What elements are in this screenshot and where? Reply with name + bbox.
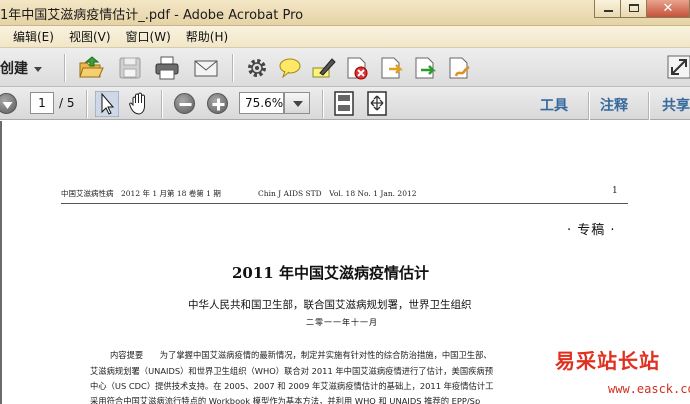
watermark-text: 易采站长站 (555, 349, 660, 373)
abstract-line: 艾滋病规划署（UNAIDS）和世界卫生组织（WHO）联合对 2011 年中国艾滋… (90, 366, 494, 376)
toolbar-divider (86, 90, 87, 118)
toolbar-divider (322, 90, 323, 118)
column-label: · 专稿 · (567, 223, 616, 238)
stamp-icon[interactable] (344, 55, 370, 81)
attach-icon[interactable] (378, 55, 404, 81)
zoom-in-button[interactable] (207, 93, 228, 114)
navigation-toolbar: 1 / 5 75.6% 工具 注释 共享 (0, 87, 690, 120)
sign-icon[interactable] (446, 55, 472, 81)
tab-share[interactable]: 共享 (662, 95, 690, 115)
running-header-journal: 中国艾滋病性病 2012 年 1 月第 18 卷第 1 期 (61, 189, 221, 198)
chevron-down-icon (34, 66, 42, 72)
fit-page-icon[interactable] (333, 91, 355, 116)
window-title: 1年中国艾滋病疫情估计_.pdf - Adobe Acrobat Pro (0, 8, 304, 23)
open-folder-icon[interactable] (78, 55, 104, 81)
document-left-edge (0, 121, 2, 404)
maximize-icon (629, 4, 639, 12)
export-icon[interactable] (412, 55, 438, 81)
zoom-input[interactable]: 75.6% (239, 92, 284, 114)
page-number-input[interactable]: 1 (30, 92, 54, 114)
menu-view[interactable]: 视图(V) (69, 28, 111, 45)
title-bar: 1年中国艾滋病疫情估计_.pdf - Adobe Acrobat Pro ✕ (0, 0, 690, 26)
tab-tools[interactable]: 工具 (540, 95, 568, 115)
save-icon[interactable] (117, 55, 143, 81)
abstract-line: 内容提要 为了掌握中国艾滋病疫情的最新情况，制定并实施有针对性的综合防治措施，中… (110, 350, 492, 360)
close-button[interactable]: ✕ (646, 0, 690, 18)
toolbar-divider (648, 92, 649, 120)
create-button[interactable]: 创建 (0, 58, 42, 78)
highlight-icon[interactable] (310, 55, 336, 81)
toolbar-divider (588, 92, 589, 120)
minimize-button[interactable] (594, 0, 621, 18)
article-date: 二零一一年十一月 (306, 318, 378, 327)
gear-icon[interactable] (244, 55, 270, 81)
main-toolbar: 创建 (0, 48, 690, 87)
window-controls: ✕ (594, 0, 690, 18)
menu-help[interactable]: 帮助(H) (186, 28, 228, 45)
toolbar-divider (64, 54, 65, 82)
header-rule (61, 203, 628, 204)
toolbar-divider (232, 54, 233, 82)
select-cursor-icon[interactable] (95, 91, 119, 117)
create-label: 创建 (0, 61, 28, 77)
menu-window[interactable]: 窗口(W) (126, 28, 171, 45)
comment-icon[interactable] (277, 55, 303, 81)
page-total: / 5 (59, 96, 75, 110)
abstract-line: 中心（US CDC）提供技术支持。在 2005、2007 和 2009 年艾滋病… (90, 381, 494, 391)
plus-icon (212, 98, 225, 111)
arrow-down-icon (2, 102, 13, 109)
maximize-button[interactable] (620, 0, 647, 18)
expand-icon[interactable] (666, 54, 690, 80)
menu-bar: 编辑(E) 视图(V) 窗口(W) 帮助(H) (0, 26, 690, 48)
next-page-button[interactable] (0, 93, 17, 114)
tab-comment[interactable]: 注释 (600, 95, 628, 115)
zoom-out-button[interactable] (174, 93, 195, 114)
toolbar-divider (161, 90, 162, 118)
abstract-line: 采用符合中国艾滋病流行特点的 Workbook 模型作为基本方法，并利用 WHO… (90, 396, 481, 404)
article-authors: 中华人民共和国卫生部，联合国艾滋病规划署，世界卫生组织 (188, 299, 472, 311)
zoom-dropdown-button[interactable] (284, 92, 310, 114)
page-number: 1 (612, 186, 618, 196)
hand-tool-icon[interactable] (127, 91, 151, 117)
running-header-citation: Chin J AIDS STD Vol. 18 No. 1 Jan. 2012 (258, 189, 417, 198)
print-icon[interactable] (154, 55, 180, 81)
close-icon: ✕ (662, 1, 674, 16)
email-icon[interactable] (193, 55, 219, 81)
minimize-icon (604, 10, 613, 12)
watermark-url: www.easck.com (608, 382, 690, 396)
article-title: 2011 年中国艾滋病疫情估计 (232, 264, 429, 282)
menu-edit[interactable]: 编辑(E) (13, 28, 54, 45)
fit-width-icon[interactable] (366, 91, 388, 116)
minus-icon (179, 103, 192, 106)
